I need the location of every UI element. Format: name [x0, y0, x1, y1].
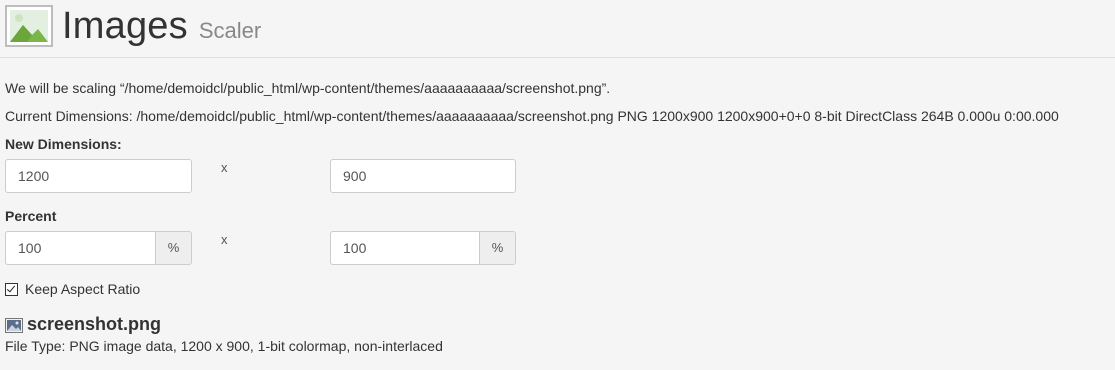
file-type-text: File Type: PNG image data, 1200 x 900, 1… [5, 338, 443, 354]
percent-height-group: 100 % [330, 231, 516, 265]
page-title: Images [62, 5, 188, 47]
scaling-description: We will be scaling “/home/demoidcl/publi… [5, 80, 611, 96]
keep-aspect-ratio-checkbox[interactable] [5, 282, 18, 296]
new-width-input[interactable]: 1200 [5, 159, 192, 193]
percent-width-group: 100 % [5, 231, 192, 265]
percent-width-input[interactable]: 100 [5, 231, 155, 265]
keep-aspect-ratio-row[interactable]: Keep Aspect Ratio [5, 281, 140, 297]
keep-aspect-ratio-label[interactable]: Keep Aspect Ratio [25, 281, 140, 297]
current-dimensions-text: Current Dimensions: /home/demoidcl/publi… [5, 108, 1059, 124]
percent-label: Percent [5, 208, 57, 224]
file-heading: screenshot.png [5, 314, 161, 335]
image-icon [5, 5, 53, 47]
percent-times-label: x [221, 232, 228, 247]
header-divider [0, 57, 1115, 58]
new-height-input[interactable]: 900 [330, 159, 516, 193]
new-dimensions-label: New Dimensions: [5, 136, 122, 152]
dimensions-times-label: x [221, 160, 228, 175]
page-header: Images Scaler [5, 4, 261, 48]
percent-width-addon: % [155, 231, 192, 265]
file-name: screenshot.png [27, 314, 162, 334]
image-file-icon [5, 318, 23, 333]
percent-height-input[interactable]: 100 [330, 231, 479, 265]
percent-height-addon: % [479, 231, 516, 265]
page-subtitle: Scaler [198, 18, 262, 43]
